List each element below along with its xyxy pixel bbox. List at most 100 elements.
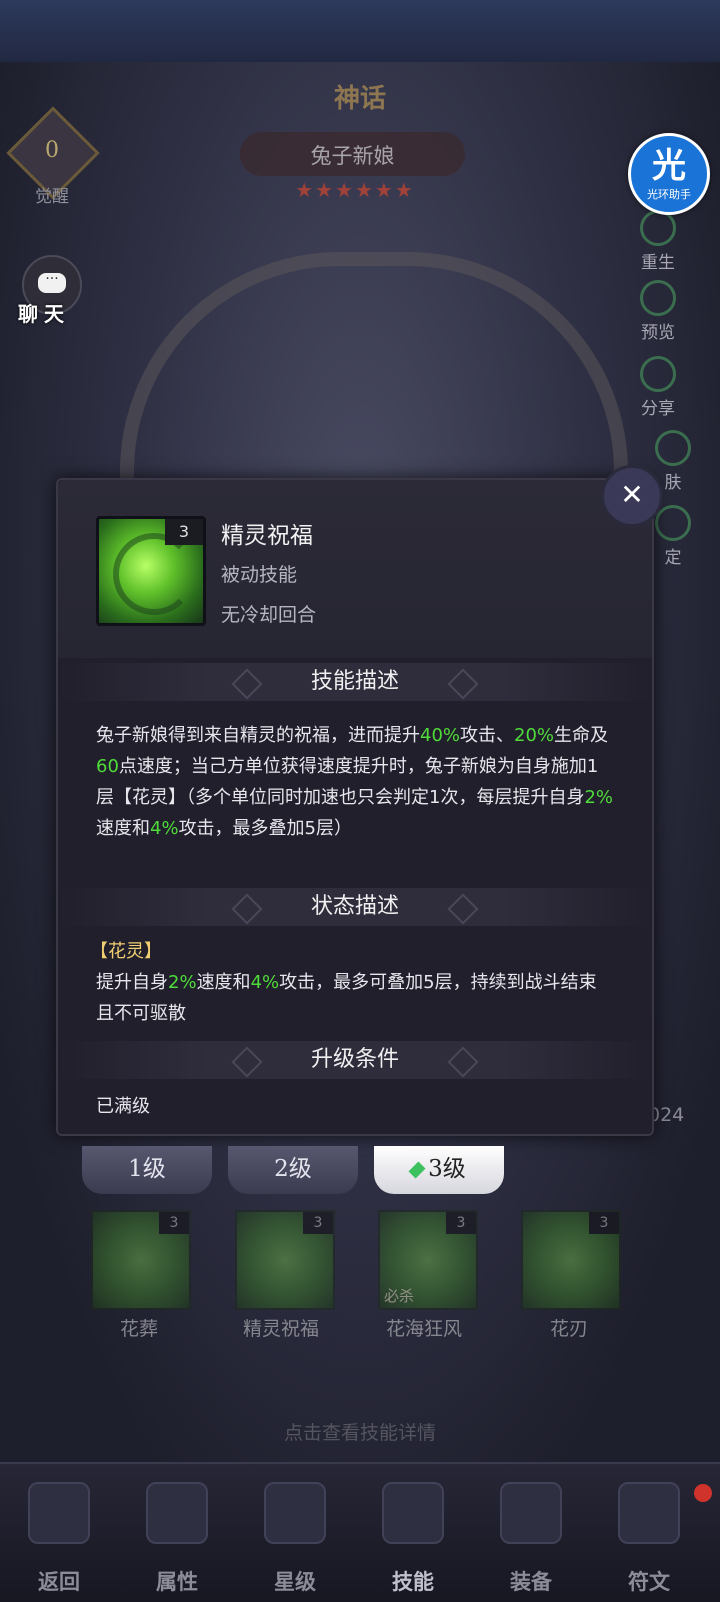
crossed-swords-icon xyxy=(500,1482,562,1544)
helper-label: 光环助手 xyxy=(647,188,691,201)
hero-name: 兔子新娘 xyxy=(310,144,395,168)
text-run: 生命及 xyxy=(554,725,609,746)
hint-text: 点击查看技能详情 xyxy=(283,1422,436,1444)
skill-thumb-level: 3 xyxy=(446,1212,476,1234)
ornament-icon xyxy=(447,893,479,925)
awaken-count: 0 xyxy=(45,138,59,163)
skill-thumb-spirit-blessing[interactable]: 3 xyxy=(235,1210,335,1310)
ornament-icon xyxy=(447,1046,479,1078)
nav-attributes[interactable]: 属性 xyxy=(118,1464,236,1602)
awaken-label: 觉醒 xyxy=(35,187,69,207)
skill-description: 兔子新娘得到来自精灵的祝福，进而提升40%攻击、20%生命及 60点速度；当己方单… xyxy=(96,720,616,844)
nav-label: 返回 xyxy=(38,1569,80,1594)
preview-icon xyxy=(640,280,676,316)
ornament-icon xyxy=(447,668,479,700)
nav-star-level[interactable]: 星级 xyxy=(236,1464,354,1602)
section-upgrade-condition: 升级条件 xyxy=(58,1041,652,1079)
skill-label: 精灵祝福 xyxy=(242,1318,319,1340)
skill-label: 花海狂风 xyxy=(385,1318,462,1340)
side-item-label: 预览 xyxy=(641,323,675,343)
gem-icon xyxy=(408,1161,426,1179)
highlight-value: 4% xyxy=(250,972,280,993)
nav-label: 技能 xyxy=(392,1569,434,1594)
hero-stars: ★★★★★★ xyxy=(295,178,415,202)
rebirth-icon xyxy=(640,210,676,246)
section-title: 状态描述 xyxy=(310,894,399,919)
share-icon xyxy=(640,356,676,392)
hero-rank: 神话 xyxy=(333,84,386,114)
skill-thumb-flower-blade[interactable]: 3 xyxy=(521,1210,621,1310)
section-title: 技能描述 xyxy=(310,669,399,694)
skill-name: 精灵祝福 xyxy=(221,523,313,549)
skill-icon-level: 3 xyxy=(165,519,203,545)
side-item-label: 肤 xyxy=(664,473,682,493)
skill-thumb-level: 3 xyxy=(159,1212,189,1234)
level-tab-3[interactable]: 3级 xyxy=(374,1146,504,1194)
close-button[interactable]: ✕ xyxy=(601,465,663,527)
nav-equipment[interactable]: 装备 xyxy=(472,1464,590,1602)
hooded-figure-icon xyxy=(146,1482,208,1544)
side-item-label: 重生 xyxy=(641,253,675,273)
highlight-value: 60 xyxy=(96,756,119,777)
nav-label: 星级 xyxy=(274,1569,316,1594)
highlight-value: 20% xyxy=(514,725,555,746)
skill-label: 花刃 xyxy=(549,1318,588,1340)
nav-skills[interactable]: 技能 xyxy=(354,1464,472,1602)
section-skill-description: 技能描述 xyxy=(58,663,652,701)
skill-type: 被动技能 xyxy=(221,564,298,586)
side-item-rebirth[interactable]: 重生 xyxy=(618,210,698,273)
level-tab-label: 2级 xyxy=(274,1156,312,1182)
status-description: 提升自身2%速度和4%攻击，最多可叠加5层，持续到战斗结束且不可驱散 xyxy=(90,967,610,1029)
skill-spirit-icon: 3 xyxy=(96,516,206,626)
highlight-value: 2% xyxy=(584,787,614,808)
skill-thumb-level: 3 xyxy=(589,1212,619,1234)
side-item-label: 分享 xyxy=(641,399,675,419)
skill-thumb-flower-storm[interactable]: 3 必杀 xyxy=(378,1210,478,1310)
side-item-share[interactable]: 分享 xyxy=(618,356,698,419)
text-run: 攻击，最多叠加5层） xyxy=(178,818,353,839)
top-banner xyxy=(0,0,720,62)
skill-cooldown: 无冷却回合 xyxy=(221,604,317,626)
ornament-icon xyxy=(231,893,263,925)
nav-runes[interactable]: 符文 xyxy=(590,1464,708,1602)
upgrade-condition-text: 已满级 xyxy=(96,1096,150,1117)
nav-label: 属性 xyxy=(156,1569,198,1594)
ornament-icon xyxy=(231,668,263,700)
ultimate-tag: 必杀 xyxy=(384,1287,415,1305)
skill-book-icon xyxy=(382,1482,444,1544)
star-emblem-icon xyxy=(264,1482,326,1544)
skill-thumb-flower-funeral[interactable]: 3 xyxy=(91,1210,191,1310)
text-run: 速度和 xyxy=(196,972,251,993)
text-run: 攻击、 xyxy=(460,725,515,746)
chat-label[interactable]: 聊天 xyxy=(18,298,88,327)
status-block: 【花灵】 提升自身2%速度和4%攻击，最多可叠加5层，持续到战斗结束且不可驱散 xyxy=(90,936,610,1029)
chat-bubble-icon: ··· xyxy=(38,272,66,293)
nav-back[interactable]: 返回 xyxy=(0,1464,118,1602)
level-tab-2[interactable]: 2级 xyxy=(228,1146,358,1194)
close-x-icon: ✕ xyxy=(620,478,644,511)
skill-thumb-level: 3 xyxy=(303,1212,333,1234)
text-run: 兔子新娘得到来自精灵的祝福，进而提升 xyxy=(96,725,420,746)
highlight-value: 4% xyxy=(150,818,179,839)
rune-icon xyxy=(618,1482,680,1544)
section-title: 升级条件 xyxy=(310,1047,399,1072)
side-item-preview[interactable]: 预览 xyxy=(618,280,698,343)
swirl-icon xyxy=(113,533,195,615)
level-tab-label: 1级 xyxy=(128,1156,166,1182)
helper-app-button[interactable]: 光 光环助手 xyxy=(628,133,710,215)
skill-detail-popup: 3 精灵祝福 被动技能 无冷却回合 技能描述 兔子新娘得到来自精灵的祝福，进而提… xyxy=(56,478,654,1136)
highlight-value: 2% xyxy=(168,972,197,993)
nav-label: 符文 xyxy=(628,1569,670,1594)
nav-label: 装备 xyxy=(510,1569,552,1594)
highlight-value: 40% xyxy=(420,725,461,746)
back-arrow-icon xyxy=(28,1482,90,1544)
skill-header: 3 精灵祝福 被动技能 无冷却回合 xyxy=(58,480,652,658)
lock-icon xyxy=(655,505,691,541)
section-status-description: 状态描述 xyxy=(58,888,652,926)
level-tab-1[interactable]: 1级 xyxy=(82,1146,212,1194)
skin-icon xyxy=(655,430,691,466)
status-name: 【花灵】 xyxy=(90,941,162,962)
text-run: 提升自身 xyxy=(96,972,168,993)
notification-dot xyxy=(694,1484,712,1502)
helper-logo-icon: 光 xyxy=(652,146,686,186)
